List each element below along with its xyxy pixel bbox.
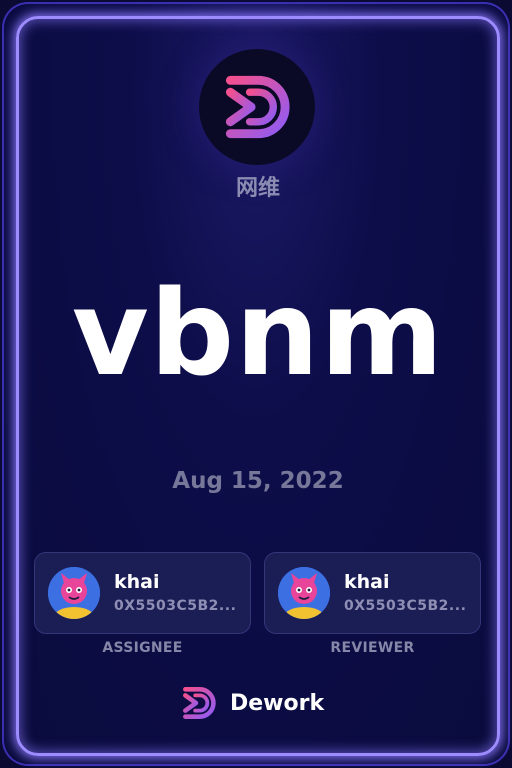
dework-logo-icon (225, 75, 290, 139)
org-logo (199, 49, 315, 165)
assignee-card[interactable]: khai 0X5503C5B2... (34, 552, 251, 634)
assignee-address: 0X5503C5B2... (114, 598, 237, 614)
reviewer-address: 0X5503C5B2... (344, 598, 467, 614)
reviewer-label: REVIEWER (330, 640, 415, 656)
task-title: vbnm (71, 264, 445, 402)
footer-brand[interactable]: Dework (180, 683, 350, 723)
org-name: 网维 (235, 176, 280, 201)
dework-logo-icon (183, 687, 216, 719)
assignee-label: ASSIGNEE (102, 640, 183, 656)
brand-name: Dework (230, 690, 325, 716)
avatar-icon (48, 567, 100, 619)
reviewer-name: khai (344, 571, 390, 593)
task-date: Aug 15, 2022 (172, 468, 344, 494)
reviewer-card[interactable]: khai 0X5503C5B2... (264, 552, 481, 634)
task-card: 网维 vbnm Aug 15, 2022 khai 0X5503C5B2... … (2, 2, 510, 766)
assignee-name: khai (114, 571, 160, 593)
avatar-icon (278, 567, 330, 619)
